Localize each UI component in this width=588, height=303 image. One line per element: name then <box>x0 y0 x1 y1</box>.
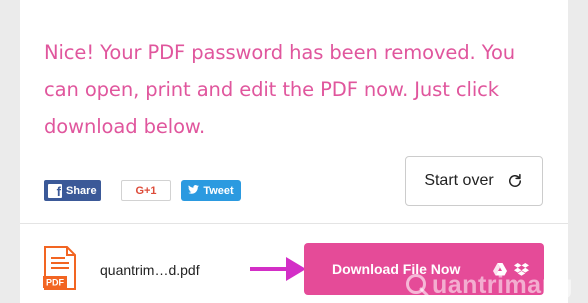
result-panel: Nice! Your PDF password has been removed… <box>20 0 573 303</box>
refresh-icon <box>508 173 521 187</box>
pdf-file-icon: PDF <box>43 246 76 290</box>
start-over-label: Start over <box>424 172 494 189</box>
divider <box>20 223 568 224</box>
start-over-button[interactable]: Start over <box>405 156 543 206</box>
watermark: uantrimang <box>405 270 573 300</box>
file-name: quantrim…d.pdf <box>100 262 200 278</box>
facebook-icon: f <box>48 183 62 198</box>
watermark-logo-icon <box>406 274 429 297</box>
arrow-right-icon <box>250 257 306 281</box>
twitter-bird-icon <box>188 184 200 197</box>
pdf-icon-label: PDF <box>46 278 65 288</box>
google-plus-label: G+1 <box>135 184 157 197</box>
tweet-button[interactable]: Tweet <box>181 180 241 201</box>
watermark-text: uantrimang <box>432 270 574 299</box>
facebook-share-button[interactable]: f Share <box>44 180 101 201</box>
google-plus-button[interactable]: G+1 <box>121 180 171 201</box>
facebook-share-label: Share <box>66 184 97 197</box>
success-message: Nice! Your PDF password has been removed… <box>44 41 516 138</box>
tweet-label: Tweet <box>203 184 234 197</box>
